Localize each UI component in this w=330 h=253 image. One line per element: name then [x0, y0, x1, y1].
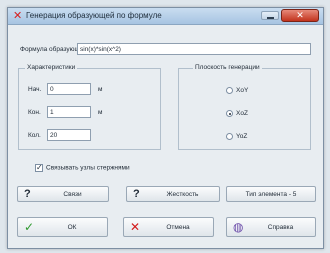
start-label: Нач.: [28, 86, 42, 93]
plane-title: Плоскость генерации: [193, 64, 262, 71]
start-input[interactable]: 0: [47, 83, 91, 95]
characteristics-title: Характеристики: [25, 64, 78, 71]
close-icon: ✕: [296, 10, 304, 20]
count-label: Кол.: [28, 132, 41, 139]
window-title: Генерация образующей по формуле: [26, 11, 162, 20]
start-unit: м: [98, 86, 103, 93]
minimize-button[interactable]: [261, 11, 279, 20]
count-input[interactable]: 20: [47, 129, 91, 141]
end-label: Кон.: [28, 109, 41, 116]
help-button[interactable]: ◍ Справка: [226, 217, 316, 237]
radio-xoy[interactable]: XoY: [226, 87, 248, 94]
help-icon: ◍: [233, 220, 244, 234]
help-button-label: Справка: [267, 224, 294, 231]
title-bar[interactable]: ✕ Генерация образующей по формуле ✕: [8, 8, 323, 25]
links-button-label: Связи: [63, 191, 82, 198]
app-icon: ✕: [13, 10, 23, 22]
stiffness-button-label: Жесткость: [166, 191, 199, 198]
radio-xoz-label: XoZ: [236, 110, 248, 118]
ok-button[interactable]: ✓ ОК: [17, 217, 108, 237]
formula-input[interactable]: sin(x)*sin(x^2): [77, 43, 311, 55]
close-button[interactable]: ✕: [281, 9, 319, 22]
cancel-x-icon: ✕: [130, 220, 141, 234]
cancel-button[interactable]: ✕ Отмена: [123, 217, 214, 237]
characteristics-group: Характеристики Нач. 0 м Кон. 1 м Кол. 20: [18, 64, 161, 150]
radio-xoy-label: XoY: [236, 87, 249, 95]
radio-yoz-label: YoZ: [236, 133, 248, 141]
link-nodes-option[interactable]: ✓ Связывать узлы стержнями: [35, 164, 130, 172]
stiffness-button[interactable]: ? Жесткость: [126, 186, 220, 202]
link-nodes-label: Связывать узлы стержнями: [46, 164, 130, 172]
element-type-button[interactable]: Тип элемента - 5: [226, 186, 316, 202]
links-button[interactable]: ? Связи: [17, 186, 109, 202]
radio-xoy-dot: [226, 87, 233, 94]
question-icon: ?: [133, 188, 140, 200]
radio-xoz-dot: [226, 110, 233, 117]
element-type-button-label: Тип элемента - 5: [245, 191, 297, 198]
formula-generation-dialog: ✕ Генерация образующей по формуле ✕ Форм…: [7, 7, 324, 249]
radio-yoz-dot: [226, 133, 233, 140]
end-unit: м: [98, 109, 103, 116]
end-input[interactable]: 1: [47, 106, 91, 118]
radio-xoz[interactable]: XoZ: [226, 110, 248, 117]
cancel-button-label: Отмена: [166, 224, 190, 231]
radio-yoz[interactable]: YoZ: [226, 133, 247, 140]
checkmark-icon: ✓: [24, 220, 35, 234]
link-nodes-checkbox[interactable]: ✓: [35, 164, 43, 172]
plane-group: Плоскость генерации XoY XoZ YoZ: [178, 64, 311, 150]
ok-button-label: ОК: [67, 224, 77, 231]
question-icon: ?: [24, 188, 31, 200]
